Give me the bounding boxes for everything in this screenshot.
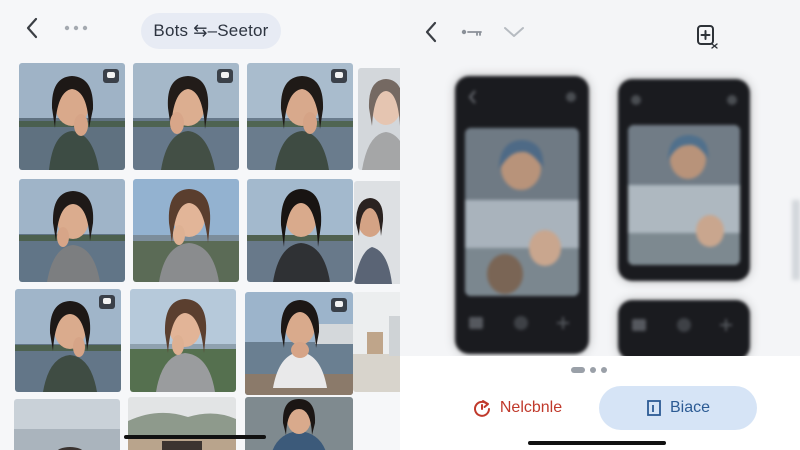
chevron-down-icon[interactable] (500, 18, 528, 46)
media-badge-icon (103, 69, 119, 83)
phone-screen (465, 128, 579, 296)
neutral-button[interactable]: Nelcbnle (452, 386, 582, 430)
more-dots-icon[interactable] (62, 14, 90, 42)
rotate-icon (473, 400, 490, 417)
photo-thumb[interactable] (133, 63, 239, 170)
add-page-icon[interactable] (693, 22, 721, 50)
phone-preview[interactable] (455, 76, 589, 354)
photo-thumb[interactable] (19, 179, 125, 282)
page-dot (590, 367, 596, 373)
media-badge-icon (99, 295, 115, 309)
photo-thumb[interactable] (15, 289, 121, 392)
phone-preview[interactable] (618, 300, 750, 360)
page-dot (601, 367, 607, 373)
media-badge-icon (331, 298, 347, 312)
primary-button[interactable]: Biace (599, 386, 757, 430)
left-top-bar: Bots ⇆–Seetor (0, 0, 400, 62)
next-preview-edge (792, 200, 800, 280)
photo-thumb[interactable] (354, 181, 400, 284)
phone-top-bar (463, 82, 581, 112)
right-top-bar (400, 0, 800, 62)
photo-thumb[interactable] (247, 63, 353, 170)
photo-thumb[interactable] (247, 179, 353, 282)
home-indicator (124, 435, 266, 439)
window-icon (647, 400, 661, 416)
photo-thumb[interactable] (14, 399, 120, 450)
right-pane: Nelcbnle Biace (400, 0, 800, 450)
photo-thumb[interactable] (353, 292, 400, 392)
left-pane: Bots ⇆–Seetor (0, 0, 400, 450)
phone-top-bar (626, 85, 742, 115)
page-indicator (571, 366, 631, 374)
home-indicator (528, 441, 666, 445)
phone-screen (628, 125, 740, 265)
page-dot-active (571, 367, 585, 373)
media-badge-icon (331, 69, 347, 83)
primary-button-label: Biace (669, 399, 711, 416)
album-title-label: Bots ⇆–Seetor (153, 21, 269, 40)
photo-thumb[interactable] (130, 289, 236, 392)
chevron-left-icon[interactable] (417, 18, 445, 46)
photo-thumb[interactable] (358, 68, 400, 170)
photo-thumb[interactable] (245, 292, 353, 395)
phone-bottom-bar (463, 308, 581, 338)
phone-preview[interactable] (618, 79, 750, 281)
chevron-left-icon[interactable] (18, 14, 46, 42)
album-title[interactable]: Bots ⇆–Seetor (141, 13, 281, 49)
photo-thumb[interactable] (19, 63, 125, 170)
photo-thumb[interactable] (128, 397, 236, 450)
phone-bottom-bar (626, 310, 742, 340)
neutral-button-label: Nelcbnle (499, 399, 563, 416)
photo-thumb[interactable] (133, 179, 239, 282)
media-badge-icon (217, 69, 233, 83)
key-icon[interactable] (458, 18, 486, 46)
photo-thumb[interactable] (245, 397, 353, 450)
